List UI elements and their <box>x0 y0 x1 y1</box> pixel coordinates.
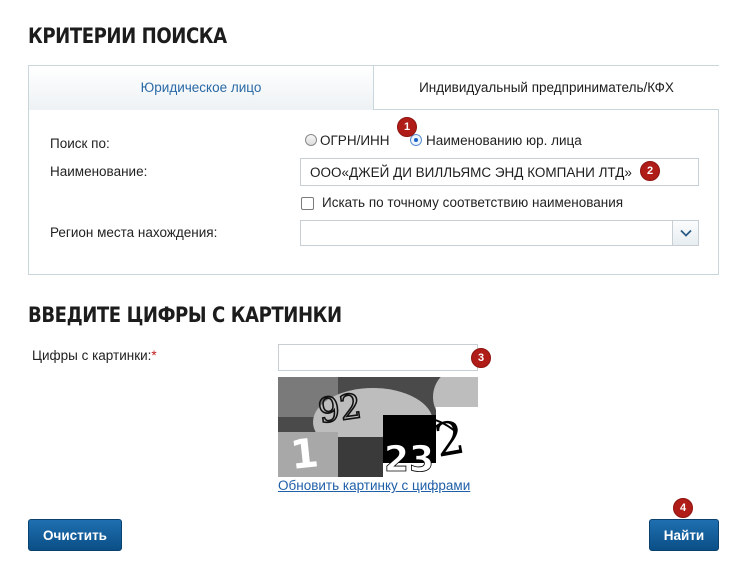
search-criteria-panel: Юридическое лицо Индивидуальный предприн… <box>28 65 719 275</box>
captcha-input[interactable] <box>278 344 478 371</box>
tab-individual-entrepreneur[interactable]: Индивидуальный предприниматель/КФХ <box>373 66 719 110</box>
search-criteria-title: КРИТЕРИИ ПОИСКА <box>28 24 227 48</box>
exact-match-checkbox[interactable] <box>301 197 314 210</box>
exact-match-label[interactable]: Искать по точному соответствию наименова… <box>322 195 623 210</box>
refresh-captcha-link[interactable]: Обновить картинку с цифрами <box>278 478 470 493</box>
required-mark: * <box>151 348 157 363</box>
step-badge-4: 4 <box>673 498 693 518</box>
svg-text:23: 23 <box>384 439 434 477</box>
clear-button[interactable]: Очистить <box>28 519 122 551</box>
captcha-field-label-text: Цифры с картинки: <box>32 348 152 363</box>
search-by-label: Поиск по: <box>50 136 110 151</box>
captcha-field-label: Цифры с картинки:* <box>32 348 157 363</box>
step-badge-1: 1 <box>397 117 417 137</box>
captcha-title: ВВЕДИТЕ ЦИФРЫ С КАРТИНКИ <box>28 303 342 327</box>
chevron-down-icon[interactable] <box>672 221 698 245</box>
step-badge-3: 3 <box>471 348 491 368</box>
radio-by-name-label[interactable]: Наименованию юр. лица <box>426 133 582 148</box>
region-select[interactable] <box>300 220 699 246</box>
tab-legal-entity[interactable]: Юридическое лицо <box>29 66 373 110</box>
radio-ogrn-inn-label[interactable]: ОГРН/ИНН <box>320 133 390 148</box>
step-badge-2: 2 <box>640 161 660 181</box>
name-label: Наименование: <box>50 164 148 179</box>
radio-by-name[interactable] <box>410 134 422 146</box>
radio-ogrn-inn[interactable] <box>305 134 317 146</box>
search-button[interactable]: Найти <box>649 519 719 551</box>
region-label: Регион места нахождения: <box>50 225 218 240</box>
svg-text:92: 92 <box>316 386 364 432</box>
svg-text:1: 1 <box>288 430 320 477</box>
captcha-image: 92 1 23 2 <box>278 367 493 480</box>
